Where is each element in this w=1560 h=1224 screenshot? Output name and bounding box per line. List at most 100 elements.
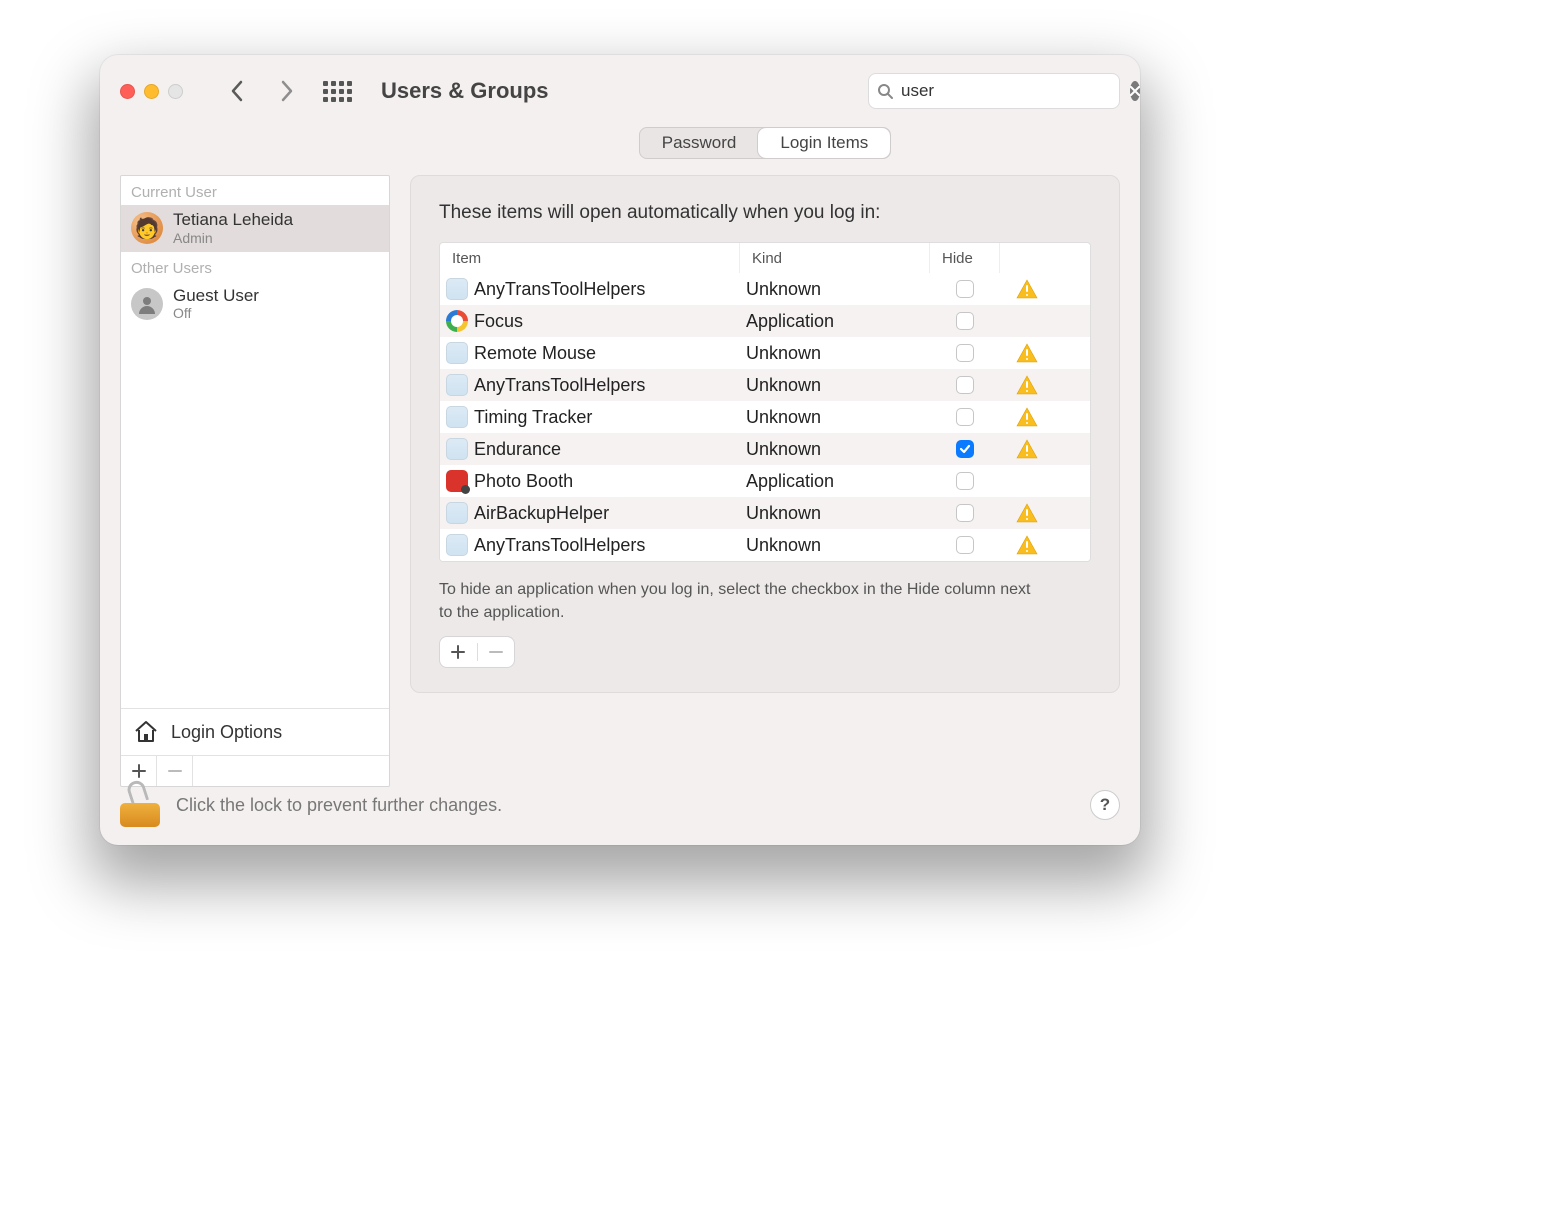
- tab-password[interactable]: Password: [640, 128, 759, 158]
- item-kind: Unknown: [740, 343, 930, 364]
- warning-icon: [1000, 279, 1054, 299]
- lock-icon[interactable]: [120, 783, 156, 827]
- tab-login-items[interactable]: Login Items: [758, 128, 890, 158]
- hide-hint: To hide an application when you log in, …: [439, 578, 1039, 624]
- item-name: AnyTransToolHelpers: [474, 279, 645, 300]
- warning-icon: [1000, 407, 1054, 427]
- item-name: Remote Mouse: [474, 343, 596, 364]
- help-button[interactable]: ?: [1090, 790, 1120, 820]
- app-icon: [446, 310, 468, 332]
- warning-icon: [1000, 343, 1054, 363]
- other-users-label: Other Users: [121, 252, 389, 281]
- table-row[interactable]: Photo Booth Application: [440, 465, 1090, 497]
- user-name: Tetiana Leheida: [173, 211, 293, 230]
- hide-checkbox[interactable]: [956, 408, 974, 426]
- app-icon: [446, 374, 468, 396]
- user-role: Off: [173, 305, 259, 321]
- item-kind: Unknown: [740, 375, 930, 396]
- table-row[interactable]: Focus Application: [440, 305, 1090, 337]
- table-row[interactable]: AirBackupHelper Unknown: [440, 497, 1090, 529]
- col-hide[interactable]: Hide: [930, 243, 1000, 273]
- item-name: AirBackupHelper: [474, 503, 609, 524]
- main-content: Password Login Items These items will op…: [410, 127, 1120, 787]
- zoom-window-button: [168, 84, 183, 99]
- current-user-row[interactable]: 🧑 Tetiana Leheida Admin: [121, 205, 389, 252]
- app-icon: [446, 502, 468, 524]
- search-icon: [877, 83, 893, 99]
- preferences-window: Users & Groups Current User 🧑 Tetiana Le…: [100, 55, 1140, 845]
- table-row[interactable]: Endurance Unknown: [440, 433, 1090, 465]
- window-controls: [120, 84, 203, 99]
- close-window-button[interactable]: [120, 84, 135, 99]
- search-field[interactable]: [868, 73, 1120, 109]
- tab-group: Password Login Items: [639, 127, 892, 159]
- item-name: Endurance: [474, 439, 561, 460]
- app-icon: [446, 470, 468, 492]
- item-name: Focus: [474, 311, 523, 332]
- login-items-panel: These items will open automatically when…: [410, 175, 1120, 693]
- app-icon: [446, 438, 468, 460]
- item-name: AnyTransToolHelpers: [474, 535, 645, 556]
- app-icon: [446, 278, 468, 300]
- app-icon: [446, 534, 468, 556]
- guest-avatar-icon: [131, 288, 163, 320]
- table-header: Item Kind Hide: [440, 243, 1090, 273]
- app-icon: [446, 342, 468, 364]
- warning-icon: [1000, 535, 1054, 555]
- clear-search-button[interactable]: [1130, 81, 1140, 101]
- hide-checkbox[interactable]: [956, 504, 974, 522]
- table-row[interactable]: Remote Mouse Unknown: [440, 337, 1090, 369]
- show-all-button[interactable]: [321, 71, 353, 111]
- item-name: AnyTransToolHelpers: [474, 375, 645, 396]
- lock-hint: Click the lock to prevent further change…: [176, 795, 1070, 816]
- item-kind: Application: [740, 311, 930, 332]
- users-sidebar: Current User 🧑 Tetiana Leheida Admin Oth…: [120, 175, 390, 787]
- remove-user-button[interactable]: [157, 756, 193, 786]
- back-button[interactable]: [221, 71, 253, 111]
- col-warn: [1000, 243, 1054, 273]
- hide-checkbox[interactable]: [956, 344, 974, 362]
- warning-icon: [1000, 439, 1054, 459]
- guest-user-row[interactable]: Guest User Off: [121, 281, 389, 328]
- table-row[interactable]: AnyTransToolHelpers Unknown: [440, 529, 1090, 561]
- table-row[interactable]: Timing Tracker Unknown: [440, 401, 1090, 433]
- minimize-window-button[interactable]: [144, 84, 159, 99]
- search-input[interactable]: [901, 81, 1122, 101]
- hide-checkbox[interactable]: [956, 472, 974, 490]
- panel-intro: These items will open automatically when…: [439, 202, 1091, 224]
- panel-title: Users & Groups: [381, 78, 850, 104]
- table-row[interactable]: AnyTransToolHelpers Unknown: [440, 369, 1090, 401]
- hide-checkbox[interactable]: [956, 440, 974, 458]
- add-item-button[interactable]: [440, 637, 477, 667]
- col-kind[interactable]: Kind: [740, 243, 930, 273]
- titlebar: Users & Groups: [100, 55, 1140, 127]
- col-item[interactable]: Item: [440, 243, 740, 273]
- item-name: Timing Tracker: [474, 407, 592, 428]
- table-row[interactable]: AnyTransToolHelpers Unknown: [440, 273, 1090, 305]
- user-role: Admin: [173, 230, 293, 246]
- warning-icon: [1000, 375, 1054, 395]
- item-kind: Application: [740, 471, 930, 492]
- warning-icon: [1000, 503, 1054, 523]
- hide-checkbox[interactable]: [956, 376, 974, 394]
- login-options-button[interactable]: Login Options: [121, 708, 389, 755]
- item-kind: Unknown: [740, 439, 930, 460]
- user-avatar: 🧑: [131, 212, 163, 244]
- hide-checkbox[interactable]: [956, 280, 974, 298]
- hide-checkbox[interactable]: [956, 536, 974, 554]
- remove-item-button[interactable]: [478, 637, 515, 667]
- item-kind: Unknown: [740, 407, 930, 428]
- grid-icon: [323, 81, 351, 102]
- item-kind: Unknown: [740, 279, 930, 300]
- item-kind: Unknown: [740, 503, 930, 524]
- user-name: Guest User: [173, 287, 259, 306]
- login-options-label: Login Options: [171, 722, 282, 743]
- hide-checkbox[interactable]: [956, 312, 974, 330]
- forward-button: [271, 71, 303, 111]
- current-user-label: Current User: [121, 176, 389, 205]
- item-name: Photo Booth: [474, 471, 573, 492]
- home-icon: [133, 719, 159, 745]
- item-kind: Unknown: [740, 535, 930, 556]
- footer: Click the lock to prevent further change…: [120, 783, 1120, 827]
- login-items-table: Item Kind Hide AnyTransToolHelpers Unknow…: [439, 242, 1091, 562]
